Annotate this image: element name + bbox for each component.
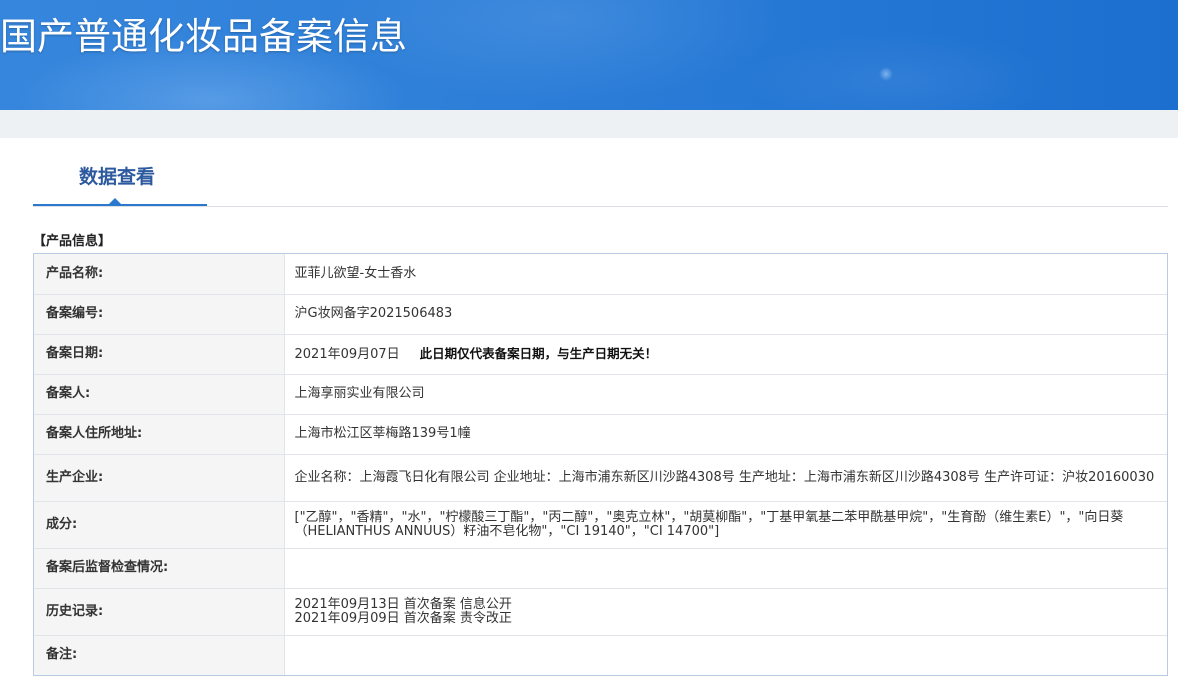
info-row-value: 2021年09月07日 此日期仅代表备案日期，与生产日期无关！ — [284, 334, 1167, 375]
info-row-label: 备案日期: — [34, 334, 285, 375]
info-row-label: 备注: — [34, 635, 285, 675]
info-row-post-filing-inspection: 备案后监督检查情况: — [34, 548, 1167, 589]
info-row-label: 备案人住所地址: — [34, 414, 285, 455]
filing-date-disclaimer: 此日期仅代表备案日期，与生产日期无关！ — [419, 345, 658, 361]
info-row-value: 上海享丽实业有限公司 — [284, 374, 1167, 415]
info-row-manufacturer: 生产企业: 企业名称：上海霞飞日化有限公司 企业地址：上海市浦东新区川沙路430… — [34, 454, 1167, 502]
history-entry: 2021年09月13日 首次备案 信息公开 — [294, 596, 512, 612]
info-row-filing-number: 备案编号: 沪G妆网备字2021506483 — [34, 294, 1167, 335]
tab-data-view[interactable]: 数据查看 — [33, 150, 207, 207]
info-row-value: 上海市松江区莘梅路139号1幢 — [284, 414, 1167, 455]
info-row-filer-address: 备案人住所地址: 上海市松江区莘梅路139号1幢 — [34, 414, 1167, 455]
info-row-value: 企业名称：上海霞飞日化有限公司 企业地址：上海市浦东新区川沙路4308号 生产地… — [284, 454, 1167, 502]
info-row-label: 备案后监督检查情况: — [34, 548, 285, 589]
info-row-filer: 备案人: 上海享丽实业有限公司 — [34, 374, 1167, 415]
header-banner: 国产普通化妆品备案信息 — [0, 0, 1178, 110]
info-row-value: 2021年09月13日 首次备案 信息公开 2021年09月09日 首次备案 责… — [284, 588, 1167, 636]
info-row-label: 备案人: — [34, 374, 285, 415]
info-table-frame: 产品名称: 亚菲儿欲望-女士香水 备案编号: 沪G妆网备字2021506483 … — [33, 253, 1168, 676]
history-entry: 2021年09月09日 首次备案 责令改正 — [294, 610, 512, 626]
info-row-filing-date: 备案日期: 2021年09月07日 此日期仅代表备案日期，与生产日期无关！ — [34, 334, 1167, 375]
tab-label[interactable]: 数据查看 — [79, 165, 155, 189]
section-title: 【产品信息】 — [33, 234, 112, 249]
info-row-label: 历史记录: — [34, 588, 285, 636]
info-row-history: 历史记录: 2021年09月13日 首次备案 信息公开 2021年09月09日 … — [34, 588, 1167, 636]
info-row-value — [284, 548, 1167, 589]
filing-date-value: 2021年09月07日 — [294, 346, 400, 362]
tab-active-indicator — [109, 198, 121, 204]
header-separator-strip — [0, 110, 1178, 138]
info-row-value: 沪G妆网备字2021506483 — [284, 294, 1167, 335]
info-row-remarks: 备注: — [34, 635, 1167, 675]
info-row-label: 生产企业: — [34, 454, 285, 502]
tab-active-underline — [33, 204, 207, 206]
page-title: 国产普通化妆品备案信息 — [0, 15, 407, 58]
info-row-value: ["乙醇"，"香精"，"水"，"柠檬酸三丁酯"，"丙二醇"，"奥克立林"，"胡莫… — [284, 501, 1167, 549]
info-row-value: 亚菲儿欲望-女士香水 — [284, 254, 1167, 295]
info-row-label: 产品名称: — [34, 254, 285, 295]
info-row-value — [284, 635, 1167, 675]
info-row-ingredients: 成分: ["乙醇"，"香精"，"水"，"柠檬酸三丁酯"，"丙二醇"，"奥克立林"… — [34, 501, 1167, 549]
info-table: 产品名称: 亚菲儿欲望-女士香水 备案编号: 沪G妆网备字2021506483 … — [34, 254, 1167, 675]
page: 国产普通化妆品备案信息 数据查看 【产品信息】 产品名称: 亚菲儿欲望-女士香水… — [0, 0, 1178, 687]
info-row-label: 备案编号: — [34, 294, 285, 335]
info-row-product-name: 产品名称: 亚菲儿欲望-女士香水 — [34, 254, 1167, 295]
info-row-label: 成分: — [34, 501, 285, 549]
